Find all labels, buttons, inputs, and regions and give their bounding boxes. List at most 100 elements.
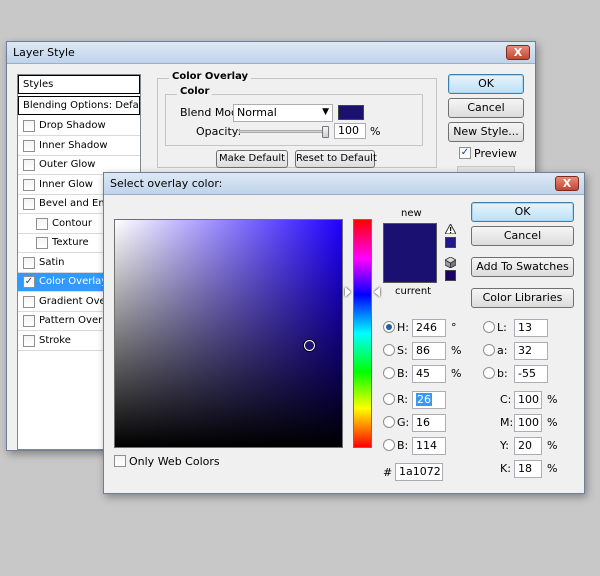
blending-options-item[interactable]: Blending Options: Default bbox=[18, 96, 140, 115]
style-item-checkbox[interactable] bbox=[23, 139, 35, 152]
style-item-label: Contour bbox=[52, 217, 92, 229]
dropdown-arrow-icon: ▼ bbox=[322, 107, 329, 117]
color-picker-title: Select overlay color: bbox=[110, 177, 223, 190]
blend-mode-value: Normal bbox=[237, 106, 277, 119]
radio-g[interactable] bbox=[383, 416, 395, 428]
field-input-r[interactable]: 26 bbox=[412, 391, 446, 409]
style-item-checkbox[interactable] bbox=[23, 295, 35, 308]
current-color-swatch[interactable] bbox=[383, 253, 437, 283]
field-input-bl[interactable]: 114 bbox=[412, 437, 446, 455]
field-value: 13 bbox=[518, 321, 532, 334]
only-web-colors-checkbox[interactable] bbox=[114, 455, 126, 467]
style-item-label: Satin bbox=[39, 256, 65, 268]
field-label-c: C: bbox=[500, 393, 512, 406]
new-color-label: new bbox=[401, 208, 422, 219]
only-web-colors-label: Only Web Colors bbox=[129, 455, 220, 468]
style-item-checkbox[interactable] bbox=[23, 178, 35, 191]
layer-style-close-icon[interactable]: X bbox=[506, 45, 530, 60]
field-unit: % bbox=[547, 439, 558, 452]
style-item-checkbox[interactable] bbox=[23, 198, 35, 210]
radio-r[interactable] bbox=[383, 393, 395, 405]
style-item-checkbox[interactable]: ✓ bbox=[23, 276, 35, 288]
gamut-warning-swatch[interactable] bbox=[445, 237, 456, 248]
field-input-y[interactable]: 20 bbox=[514, 437, 542, 455]
layer-style-ok-button[interactable]: OK bbox=[448, 74, 524, 94]
color-field-cursor[interactable] bbox=[304, 340, 315, 351]
field-value: 86 bbox=[416, 344, 430, 357]
field-value: 45 bbox=[416, 367, 430, 380]
radio-b[interactable] bbox=[383, 367, 395, 379]
field-value: 100 bbox=[518, 416, 539, 429]
radio-a[interactable] bbox=[483, 344, 495, 356]
opacity-input[interactable]: 100 bbox=[334, 123, 366, 139]
warning-triangle-icon[interactable] bbox=[444, 222, 457, 235]
radio-h[interactable] bbox=[383, 321, 395, 333]
style-item-inner-shadow[interactable]: Inner Shadow bbox=[18, 137, 140, 156]
style-item-checkbox[interactable] bbox=[23, 334, 35, 347]
field-input-b[interactable]: 45 bbox=[412, 365, 446, 383]
picker-ok-button[interactable]: OK bbox=[471, 202, 574, 222]
radio-l[interactable] bbox=[483, 321, 495, 333]
style-item-label: Drop Shadow bbox=[39, 120, 106, 131]
hue-slider[interactable] bbox=[353, 219, 372, 448]
new-style-button[interactable]: New Style... bbox=[448, 122, 524, 142]
style-item-checkbox[interactable] bbox=[23, 315, 35, 327]
web-safe-swatch[interactable] bbox=[445, 270, 456, 281]
style-item-checkbox[interactable] bbox=[23, 159, 35, 171]
layer-style-cancel-button[interactable]: Cancel bbox=[448, 98, 524, 118]
field-label-r: R: bbox=[397, 393, 409, 406]
field-input-s[interactable]: 86 bbox=[412, 342, 446, 360]
opacity-slider[interactable] bbox=[239, 126, 329, 138]
field-input-h[interactable]: 246 bbox=[412, 319, 446, 337]
web-cube-icon[interactable] bbox=[444, 256, 457, 269]
style-item-checkbox[interactable] bbox=[36, 237, 48, 249]
current-color-label: current bbox=[395, 286, 432, 297]
style-item-checkbox[interactable] bbox=[23, 256, 35, 269]
field-value: -55 bbox=[518, 367, 536, 380]
hue-slider-left-arrow-icon[interactable] bbox=[345, 287, 351, 297]
field-unit: % bbox=[451, 367, 462, 380]
field-unit: % bbox=[451, 344, 462, 357]
preview-label: Preview bbox=[474, 147, 517, 160]
field-label-a: a: bbox=[497, 344, 508, 357]
color-picker-close-icon[interactable]: X bbox=[555, 176, 579, 191]
make-default-button[interactable]: Make Default bbox=[216, 150, 288, 168]
blend-mode-select[interactable]: Normal ▼ bbox=[233, 104, 333, 122]
style-item-checkbox[interactable] bbox=[23, 120, 35, 132]
field-label-bl: B: bbox=[397, 439, 409, 452]
hex-input[interactable]: 1a1072 bbox=[395, 463, 443, 481]
new-color-swatch bbox=[383, 223, 437, 253]
styles-list-header[interactable]: Styles bbox=[18, 75, 140, 94]
style-item-checkbox[interactable] bbox=[36, 217, 48, 230]
field-unit: % bbox=[547, 416, 558, 429]
styles-header-label: Styles bbox=[23, 79, 54, 90]
radio-bl[interactable] bbox=[383, 439, 395, 451]
radio-b[interactable] bbox=[483, 367, 495, 379]
style-item-label: Inner Glow bbox=[39, 178, 93, 190]
field-input-l[interactable]: 13 bbox=[514, 319, 548, 337]
field-input-a[interactable]: 32 bbox=[514, 342, 548, 360]
field-input-c[interactable]: 100 bbox=[514, 391, 542, 409]
field-input-g[interactable]: 16 bbox=[412, 414, 446, 432]
color-picker-titlebar[interactable]: Select overlay color: X bbox=[104, 173, 584, 195]
color-field[interactable] bbox=[114, 219, 343, 448]
field-input-k[interactable]: 18 bbox=[514, 460, 542, 478]
picker-cancel-button[interactable]: Cancel bbox=[471, 226, 574, 246]
reset-default-button[interactable]: Reset to Default bbox=[295, 150, 377, 168]
overlay-color-swatch[interactable] bbox=[338, 105, 364, 120]
style-item-drop-shadow[interactable]: Drop Shadow bbox=[18, 117, 140, 136]
field-input-b[interactable]: -55 bbox=[514, 365, 548, 383]
field-label-b: B: bbox=[397, 367, 409, 380]
field-input-m[interactable]: 100 bbox=[514, 414, 542, 432]
field-value: 20 bbox=[518, 439, 532, 452]
hue-slider-right-arrow-icon[interactable] bbox=[374, 287, 380, 297]
color-libraries-button[interactable]: Color Libraries bbox=[471, 288, 574, 308]
color-picker-window: Select overlay color: X new current OK C… bbox=[103, 172, 585, 494]
layer-style-titlebar[interactable]: Layer Style X bbox=[7, 42, 535, 64]
radio-s[interactable] bbox=[383, 344, 395, 356]
style-item-label: Outer Glow bbox=[39, 159, 96, 170]
opacity-slider-thumb[interactable] bbox=[322, 126, 329, 138]
preview-checkbox[interactable]: ✓ bbox=[459, 147, 471, 159]
field-value: 114 bbox=[416, 439, 437, 452]
add-to-swatches-button[interactable]: Add To Swatches bbox=[471, 257, 574, 277]
